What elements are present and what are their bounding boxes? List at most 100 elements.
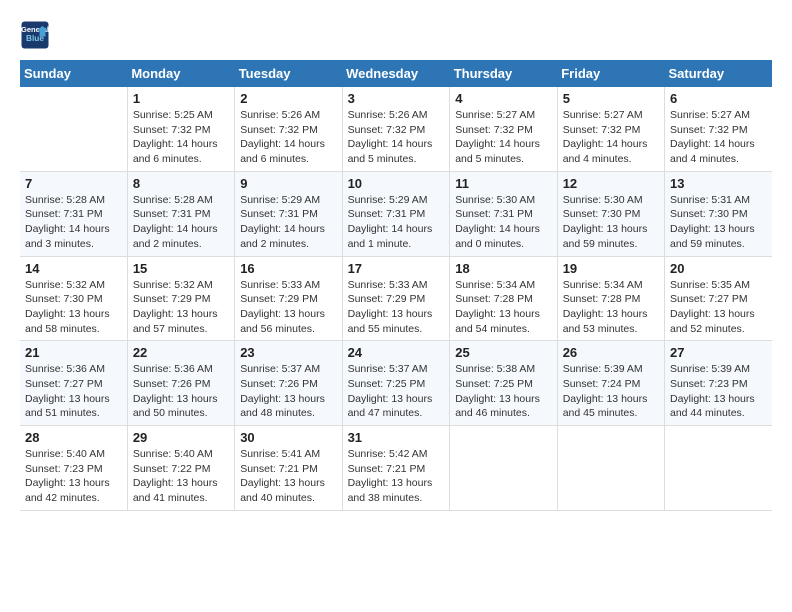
column-header-thursday: Thursday — [450, 60, 557, 87]
day-info: Sunrise: 5:27 AMSunset: 7:32 PMDaylight:… — [455, 108, 551, 167]
calendar-cell: 2Sunrise: 5:26 AMSunset: 7:32 PMDaylight… — [235, 87, 342, 171]
day-info: Sunrise: 5:28 AMSunset: 7:31 PMDaylight:… — [25, 193, 122, 252]
day-number: 30 — [240, 430, 336, 445]
day-info: Sunrise: 5:38 AMSunset: 7:25 PMDaylight:… — [455, 362, 551, 421]
week-row-2: 7 Sunrise: 5:28 AMSunset: 7:31 PMDaylight… — [20, 171, 772, 256]
calendar-cell: 5 Sunrise: 5:27 AMSunset: 7:32 PMDaylight… — [557, 87, 664, 171]
day-info: Sunrise: 5:28 AMSunset: 7:31 PMDaylight:… — [133, 193, 229, 252]
day-info: Sunrise: 5:31 AMSunset: 7:30 PMDaylight:… — [670, 193, 767, 252]
calendar-table: SundayMondayTuesdayWednesdayThursdayFrid… — [20, 60, 772, 511]
column-header-monday: Monday — [127, 60, 234, 87]
day-number: 1 — [133, 91, 229, 106]
day-info: Sunrise: 5:32 AMSunset: 7:29 PMDaylight:… — [133, 278, 229, 337]
day-info: Sunrise: 5:25 AMSunset: 7:32 PMDaylight:… — [133, 108, 229, 167]
week-row-5: 28Sunrise: 5:40 AMSunset: 7:23 PMDayligh… — [20, 426, 772, 511]
calendar-cell: 19 Sunrise: 5:34 AMSunset: 7:28 PMDayligh… — [557, 256, 664, 341]
calendar-cell: 22Sunrise: 5:36 AMSunset: 7:26 PMDayligh… — [127, 341, 234, 426]
column-header-sunday: Sunday — [20, 60, 127, 87]
calendar-cell: 15 Sunrise: 5:32 AMSunset: 7:29 PMDayligh… — [127, 256, 234, 341]
day-number: 12 — [563, 176, 659, 191]
day-number: 17 — [348, 261, 445, 276]
calendar-cell: 14 Sunrise: 5:32 AMSunset: 7:30 PMDayligh… — [20, 256, 127, 341]
day-number: 27 — [670, 345, 767, 360]
calendar-cell: 1 Sunrise: 5:25 AMSunset: 7:32 PMDaylight… — [127, 87, 234, 171]
day-info: Sunrise: 5:39 AMSunset: 7:23 PMDaylight:… — [670, 362, 767, 421]
day-info: Sunrise: 5:37 AMSunset: 7:25 PMDaylight:… — [348, 362, 445, 421]
day-info: Sunrise: 5:41 AMSunset: 7:21 PMDaylight:… — [240, 447, 336, 506]
day-number: 6 — [670, 91, 767, 106]
day-number: 29 — [133, 430, 229, 445]
day-number: 5 — [563, 91, 659, 106]
day-info: Sunrise: 5:30 AMSunset: 7:31 PMDaylight:… — [455, 193, 551, 252]
day-info: Sunrise: 5:32 AMSunset: 7:30 PMDaylight:… — [25, 278, 122, 337]
calendar-cell: 24 Sunrise: 5:37 AMSunset: 7:25 PMDayligh… — [342, 341, 450, 426]
calendar-cell: 17 Sunrise: 5:33 AMSunset: 7:29 PMDayligh… — [342, 256, 450, 341]
calendar-cell: 13 Sunrise: 5:31 AMSunset: 7:30 PMDayligh… — [665, 171, 773, 256]
day-number: 2 — [240, 91, 336, 106]
day-number: 21 — [25, 345, 122, 360]
day-number: 13 — [670, 176, 767, 191]
week-row-3: 14 Sunrise: 5:32 AMSunset: 7:30 PMDayligh… — [20, 256, 772, 341]
day-info: Sunrise: 5:33 AMSunset: 7:29 PMDaylight:… — [348, 278, 445, 337]
calendar-cell: 10 Sunrise: 5:29 AMSunset: 7:31 PMDayligh… — [342, 171, 450, 256]
day-info: Sunrise: 5:34 AMSunset: 7:28 PMDaylight:… — [563, 278, 659, 337]
day-info: Sunrise: 5:36 AMSunset: 7:27 PMDaylight:… — [25, 362, 122, 421]
day-number: 25 — [455, 345, 551, 360]
day-number: 18 — [455, 261, 551, 276]
day-info: Sunrise: 5:36 AMSunset: 7:26 PMDaylight:… — [133, 362, 229, 421]
logo-icon: General Blue — [20, 20, 50, 50]
day-number: 23 — [240, 345, 336, 360]
day-info: Sunrise: 5:27 AMSunset: 7:32 PMDaylight:… — [563, 108, 659, 167]
day-info: Sunrise: 5:29 AMSunset: 7:31 PMDaylight:… — [348, 193, 445, 252]
day-number: 9 — [240, 176, 336, 191]
day-info: Sunrise: 5:37 AMSunset: 7:26 PMDaylight:… — [240, 362, 336, 421]
column-header-saturday: Saturday — [665, 60, 773, 87]
day-number: 24 — [348, 345, 445, 360]
calendar-cell: 30 Sunrise: 5:41 AMSunset: 7:21 PMDayligh… — [235, 426, 342, 511]
day-number: 10 — [348, 176, 445, 191]
day-number: 19 — [563, 261, 659, 276]
logo: General Blue — [20, 20, 54, 50]
calendar-cell: 20Sunrise: 5:35 AMSunset: 7:27 PMDayligh… — [665, 256, 773, 341]
calendar-cell: 4 Sunrise: 5:27 AMSunset: 7:32 PMDaylight… — [450, 87, 557, 171]
day-info: Sunrise: 5:40 AMSunset: 7:22 PMDaylight:… — [133, 447, 229, 506]
calendar-cell — [557, 426, 664, 511]
calendar-cell: 18Sunrise: 5:34 AMSunset: 7:28 PMDayligh… — [450, 256, 557, 341]
week-row-1: 1 Sunrise: 5:25 AMSunset: 7:32 PMDaylight… — [20, 87, 772, 171]
calendar-cell: 6Sunrise: 5:27 AMSunset: 7:32 PMDaylight… — [665, 87, 773, 171]
calendar-cell: 9Sunrise: 5:29 AMSunset: 7:31 PMDaylight… — [235, 171, 342, 256]
column-header-wednesday: Wednesday — [342, 60, 450, 87]
day-info: Sunrise: 5:30 AMSunset: 7:30 PMDaylight:… — [563, 193, 659, 252]
day-number: 16 — [240, 261, 336, 276]
day-number: 14 — [25, 261, 122, 276]
day-number: 3 — [348, 91, 445, 106]
week-row-4: 21 Sunrise: 5:36 AMSunset: 7:27 PMDayligh… — [20, 341, 772, 426]
calendar-cell: 11 Sunrise: 5:30 AMSunset: 7:31 PMDayligh… — [450, 171, 557, 256]
calendar-cell: 16 Sunrise: 5:33 AMSunset: 7:29 PMDayligh… — [235, 256, 342, 341]
day-info: Sunrise: 5:40 AMSunset: 7:23 PMDaylight:… — [25, 447, 122, 506]
calendar-cell: 27 Sunrise: 5:39 AMSunset: 7:23 PMDayligh… — [665, 341, 773, 426]
day-info: Sunrise: 5:33 AMSunset: 7:29 PMDaylight:… — [240, 278, 336, 337]
calendar-cell: 3 Sunrise: 5:26 AMSunset: 7:32 PMDaylight… — [342, 87, 450, 171]
day-number: 8 — [133, 176, 229, 191]
column-header-friday: Friday — [557, 60, 664, 87]
calendar-cell — [450, 426, 557, 511]
calendar-cell: 31Sunrise: 5:42 AMSunset: 7:21 PMDayligh… — [342, 426, 450, 511]
calendar-cell: 7 Sunrise: 5:28 AMSunset: 7:31 PMDaylight… — [20, 171, 127, 256]
calendar-cell: 29 Sunrise: 5:40 AMSunset: 7:22 PMDayligh… — [127, 426, 234, 511]
calendar-cell: 23 Sunrise: 5:37 AMSunset: 7:26 PMDayligh… — [235, 341, 342, 426]
calendar-cell: 12 Sunrise: 5:30 AMSunset: 7:30 PMDayligh… — [557, 171, 664, 256]
column-header-tuesday: Tuesday — [235, 60, 342, 87]
day-info: Sunrise: 5:26 AMSunset: 7:32 PMDaylight:… — [348, 108, 445, 167]
day-number: 4 — [455, 91, 551, 106]
calendar-cell: 25 Sunrise: 5:38 AMSunset: 7:25 PMDayligh… — [450, 341, 557, 426]
calendar-cell — [20, 87, 127, 171]
calendar-cell: 26Sunrise: 5:39 AMSunset: 7:24 PMDayligh… — [557, 341, 664, 426]
day-info: Sunrise: 5:35 AMSunset: 7:27 PMDaylight:… — [670, 278, 767, 337]
day-number: 7 — [25, 176, 122, 191]
calendar-header-row: SundayMondayTuesdayWednesdayThursdayFrid… — [20, 60, 772, 87]
day-number: 15 — [133, 261, 229, 276]
day-number: 11 — [455, 176, 551, 191]
calendar-cell: 28Sunrise: 5:40 AMSunset: 7:23 PMDayligh… — [20, 426, 127, 511]
page-header: General Blue — [20, 20, 772, 50]
